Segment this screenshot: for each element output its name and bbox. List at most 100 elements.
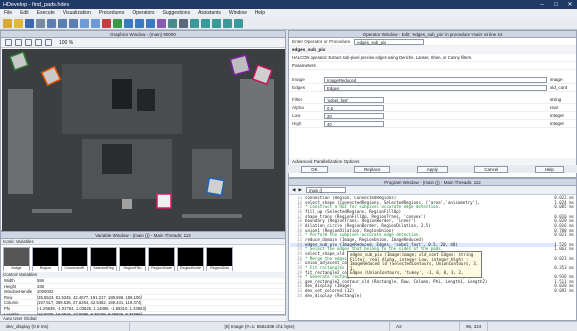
pointer-icon[interactable] <box>5 39 12 46</box>
inspect-icon[interactable] <box>223 18 232 28</box>
param-row-image: Image ImageReduced image <box>289 76 576 84</box>
pcb-image[interactable] <box>2 49 285 231</box>
variable-window-icon[interactable] <box>190 18 199 28</box>
code-text: dev_display (Rectangle) <box>305 292 362 298</box>
graphics-window: Graphics Window - (main) 90000 100 % <box>0 30 286 231</box>
param-row-high: High 40 integer <box>289 120 576 128</box>
operator-name-row: edges_sub_pix <box>289 46 576 54</box>
reset-icon[interactable] <box>157 18 166 28</box>
status-position: 96, 324 <box>460 321 489 331</box>
run-icon[interactable] <box>113 18 122 28</box>
main-toolbar <box>0 17 577 30</box>
menu-file[interactable]: File <box>4 10 12 16</box>
line-runtime <box>554 294 574 299</box>
param-name: Edges <box>292 85 306 90</box>
graphics-window-icon[interactable] <box>168 18 177 28</box>
operator-search-input[interactable]: edges_sub_pix <box>354 38 425 45</box>
menu-visualization[interactable]: Visualization <box>63 10 91 16</box>
replace-button[interactable]: Replace <box>353 165 391 173</box>
program-window-title: Program Window - (main ()) - Main Thread… <box>289 179 576 186</box>
graphics-window-title: Graphics Window - (main) 90000 <box>1 31 285 38</box>
title-bar: HDevelop - find_pads.hdev – □ ✕ <box>0 0 577 9</box>
paste-icon[interactable] <box>69 18 78 28</box>
iconic-variable-thumb[interactable]: RegionDilate <box>148 247 175 271</box>
maximize-icon[interactable]: □ <box>549 2 563 8</box>
procedure-select[interactable]: main () <box>305 187 346 193</box>
code-line[interactable]: 34 dev_display (Rectangle) <box>290 292 556 299</box>
fit-icon[interactable] <box>45 39 52 46</box>
operator-search-row: Enter Operator or Procedure edges_sub_pi… <box>289 38 576 46</box>
operator-buttons: OK Replace Apply Cancel Help <box>288 165 577 173</box>
help-button[interactable]: Help <box>534 165 564 173</box>
variable-window-title: Variable Window - (main ()) - Main Threa… <box>1 232 285 239</box>
code-tooltip: edges_sub_pix (Image:image; xld_cont Edg… <box>347 251 482 278</box>
iconic-variable-thumb[interactable]: SelectedReg <box>90 247 117 271</box>
param-input-filter[interactable]: 'sobel_fast' <box>324 96 384 103</box>
variable-window: Variable Window - (main ()) - Main Threa… <box>0 231 286 329</box>
menu-procedures[interactable]: Procedures <box>99 10 125 16</box>
apply-button[interactable]: Apply <box>416 165 448 173</box>
operator-window: Operator Window - Edit: 'edges_sub_pix' … <box>288 30 577 178</box>
line-number: 34 <box>297 292 302 298</box>
save-icon[interactable] <box>25 18 34 28</box>
param-type: image <box>550 77 563 82</box>
iconic-variable-thumb[interactable]: Image <box>3 247 30 271</box>
copy-icon[interactable] <box>58 18 67 28</box>
param-row-low: Low 20 integer <box>289 112 576 120</box>
move-icon[interactable] <box>15 39 22 46</box>
iconic-variables-list: Image Region ConnectedR SelectedReg Regi… <box>1 245 285 272</box>
param-name: Filter <box>292 97 303 102</box>
param-input-edges[interactable]: Edges <box>324 84 547 91</box>
forward-icon[interactable]: ▶ <box>298 187 301 193</box>
iconic-variable-thumb[interactable]: Region <box>32 247 59 271</box>
param-type: integer <box>550 121 565 126</box>
iconic-variable-thumb[interactable]: RegionFillu <box>119 247 146 271</box>
new-file-icon[interactable] <box>3 18 12 28</box>
menu-operators[interactable]: Operators <box>132 10 154 16</box>
status-message: dev_display (0.9 ms) <box>0 321 130 331</box>
param-input-high[interactable]: 40 <box>324 120 384 127</box>
step-into-icon[interactable] <box>135 18 144 28</box>
menu-edit[interactable]: Edit <box>20 10 29 16</box>
param-name: Image <box>292 77 305 82</box>
print-icon[interactable] <box>36 18 45 28</box>
cancel-button[interactable]: Cancel <box>474 165 509 173</box>
iconic-variable-thumb[interactable]: RegionBorde <box>177 247 204 271</box>
stop-icon[interactable] <box>102 18 111 28</box>
operator-name: edges_sub_pix <box>292 47 326 52</box>
param-input-low[interactable]: 20 <box>324 112 384 119</box>
status-zoom: A2 <box>390 321 460 331</box>
iconic-variable-thumb[interactable]: ConnectedR <box>61 247 88 271</box>
minimize-icon[interactable]: – <box>535 2 549 8</box>
menu-assistants[interactable]: Assistants <box>198 10 221 16</box>
param-type: string <box>550 97 562 102</box>
operator-description: HALCON operator: Extract sub-pixel preci… <box>289 54 576 62</box>
cut-icon[interactable] <box>47 18 56 28</box>
close-icon[interactable]: ✕ <box>563 1 577 8</box>
help-icon[interactable] <box>234 18 243 28</box>
menu-suggestions[interactable]: Suggestions <box>163 10 191 16</box>
open-file-icon[interactable] <box>14 18 23 28</box>
zoom-icon[interactable] <box>179 18 188 28</box>
menu-bar: File Edit Execute Visualization Procedur… <box>0 9 577 17</box>
runtime-column: 0.022 ms 1.024 ms 0.085 ms 0.010 ms 0.028 m… <box>554 195 574 299</box>
step-out-icon[interactable] <box>146 18 155 28</box>
ok-button[interactable]: OK <box>301 165 328 173</box>
step-over-icon[interactable] <box>124 18 133 28</box>
menu-execute[interactable]: Execute <box>37 10 55 16</box>
undo-icon[interactable] <box>80 18 89 28</box>
redo-icon[interactable] <box>91 18 100 28</box>
operator-window-icon[interactable] <box>201 18 210 28</box>
pcb-image-svg <box>2 49 285 231</box>
menu-window[interactable]: Window <box>229 10 247 16</box>
param-input-image[interactable]: ImageReduced <box>324 76 547 83</box>
iconic-variable-thumb[interactable]: RegionDilat <box>206 247 233 271</box>
zoom-level[interactable]: 100 % <box>59 40 73 46</box>
param-input-alpha[interactable]: 0.5 <box>324 104 384 111</box>
zoom-in-icon[interactable] <box>25 39 32 46</box>
menu-help[interactable]: Help <box>255 10 265 16</box>
program-window-icon[interactable] <box>212 18 221 28</box>
zoom-out-icon[interactable] <box>35 39 42 46</box>
program-toolbar: ◀ ▶ main () <box>289 186 576 195</box>
back-icon[interactable]: ◀ <box>292 187 295 193</box>
